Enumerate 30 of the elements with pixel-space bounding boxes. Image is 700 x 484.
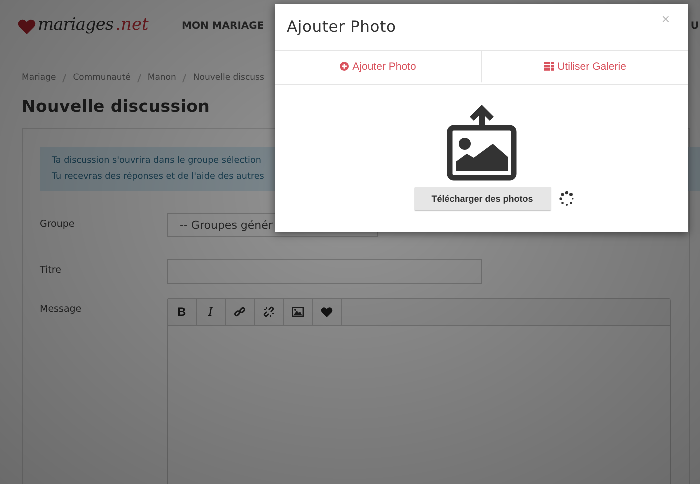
- image-icon: [292, 307, 304, 317]
- field-label: Groupe: [40, 218, 76, 232]
- upload-button[interactable]: Télécharger des photos: [414, 187, 550, 210]
- message-editor[interactable]: B I: [166, 298, 671, 484]
- page-heading: Nouvelle discussion: [22, 97, 212, 116]
- breadcrumb-link[interactable]: Mariage: [22, 73, 56, 83]
- field-label: Message: [40, 303, 83, 317]
- nav-link[interactable]: U: [690, 20, 699, 32]
- logo-text[interactable]: mariages: [38, 15, 114, 35]
- italic-button[interactable]: I: [196, 299, 226, 325]
- info-text: Tu recevras des réponses et de l'aide des autres: [52, 171, 266, 184]
- nav-link[interactable]: MON MARIAGE: [182, 20, 264, 32]
- link-icon: [234, 306, 246, 318]
- heart-icon: [320, 306, 333, 318]
- bold-button[interactable]: B: [168, 299, 197, 325]
- breadcrumb-link[interactable]: Nouvelle discuss: [193, 73, 264, 83]
- title-input[interactable]: [167, 259, 482, 284]
- modal-tab[interactable]: Ajouter Photo: [275, 51, 481, 84]
- modal-title: Ajouter Photo: [287, 18, 396, 38]
- grid-icon: [544, 62, 554, 71]
- field-label: Titre: [40, 264, 62, 278]
- unlink-icon: [262, 306, 275, 318]
- modal-tab[interactable]: Utiliser Galerie: [481, 51, 688, 84]
- logo-suffix[interactable]: .net: [116, 15, 149, 35]
- heart-logo-icon: [18, 19, 36, 35]
- info-text: Ta discussion s'ouvrira dans le groupe sélection: [52, 155, 262, 168]
- breadcrumb-link[interactable]: Communauté: [73, 73, 131, 83]
- image-upload-icon: [446, 104, 516, 181]
- breadcrumb-link[interactable]: Manon: [148, 73, 176, 83]
- plus-circle-icon: [340, 62, 349, 71]
